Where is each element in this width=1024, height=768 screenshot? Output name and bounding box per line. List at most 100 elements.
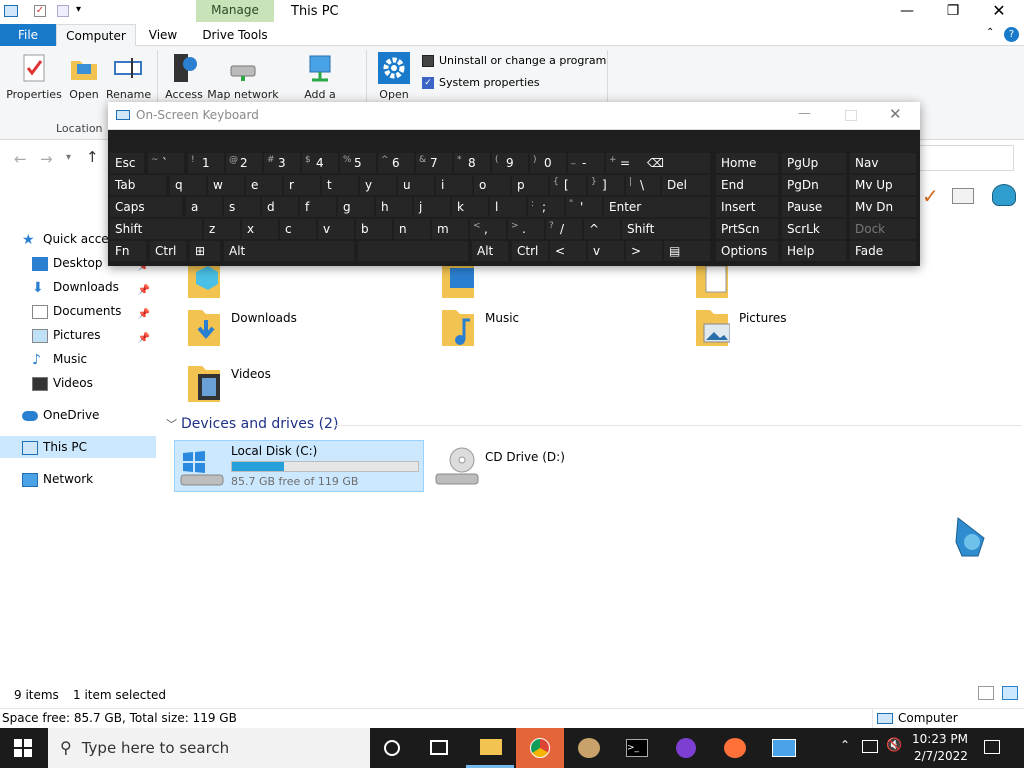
osk-maximize-button[interactable]	[845, 110, 857, 121]
open-button[interactable]: Open	[66, 52, 102, 101]
nav-pictures[interactable]: Pictures 📌	[32, 324, 154, 346]
properties-button[interactable]: Properties	[6, 52, 62, 101]
nav-this-pc[interactable]: This PC	[0, 436, 156, 458]
firefox-icon[interactable]	[724, 738, 746, 758]
osk-key-3-9[interactable]: >.	[508, 219, 544, 239]
osk-key-2-2[interactable]: s	[224, 197, 260, 217]
osk-key-4-3[interactable]: Alt	[224, 241, 354, 261]
osk-key-0-5[interactable]: $4	[302, 153, 338, 173]
osk-key-2-10[interactable]: :;	[528, 197, 564, 217]
new-folder-quick-icon[interactable]	[57, 5, 69, 17]
osk-key-0-10[interactable]: (9	[492, 153, 528, 173]
osk-key-3-2[interactable]: x	[242, 219, 278, 239]
quick-access-dropdown-icon[interactable]: ▾	[76, 4, 81, 15]
tor-browser-icon[interactable]	[676, 738, 696, 758]
osk-key-3-6[interactable]: n	[394, 219, 430, 239]
osk-nav-key-mv-up[interactable]: Mv Up	[850, 175, 916, 195]
osk-key-3-4[interactable]: v	[318, 219, 354, 239]
osk-nav-key-scrlk[interactable]: ScrLk	[782, 219, 846, 239]
osk-key-0-3[interactable]: @2	[226, 153, 262, 173]
osk-key-0-9[interactable]: * 8	[454, 153, 490, 173]
osk-key-3-5[interactable]: b	[356, 219, 392, 239]
osk-key-0-1[interactable]: ~ `	[148, 153, 184, 173]
properties-quick-icon[interactable]: ✓	[34, 5, 46, 17]
osk-key-2-12[interactable]: Enter	[604, 197, 710, 217]
osk-key-4-1[interactable]: Ctrl	[150, 241, 186, 261]
osk-nav-key-home[interactable]: Home	[716, 153, 778, 173]
back-arrow-icon[interactable]: ←	[14, 150, 27, 168]
windows-start-icon[interactable]	[14, 739, 32, 757]
osk-key-0-0[interactable]: Esc	[110, 153, 144, 173]
details-view-icon[interactable]	[978, 686, 994, 700]
osk-key-1-12[interactable]: }]	[588, 175, 624, 195]
pictures-folder-label[interactable]: Pictures	[739, 311, 787, 325]
osk-key-3-12[interactable]: Shift	[622, 219, 710, 239]
recent-locations-icon[interactable]: ▾	[66, 152, 71, 163]
taskbar-search-box[interactable]: ⚲ Type here to search	[48, 728, 370, 768]
volume-muted-icon[interactable]: 🔇	[886, 738, 902, 753]
taskbar-chrome[interactable]	[516, 728, 564, 768]
paint-icon[interactable]	[578, 738, 600, 758]
tray-time[interactable]: 10:23 PM	[912, 732, 968, 746]
osk-nav-key-insert[interactable]: Insert	[716, 197, 778, 217]
show-hidden-icons-chevron-icon[interactable]: ⌃	[840, 738, 850, 752]
osk-key-0-8[interactable]: & 7	[416, 153, 452, 173]
osk-key-1-8[interactable]: i	[436, 175, 472, 195]
osk-key-2-0[interactable]: Caps	[110, 197, 182, 217]
osk-key-1-14[interactable]: Del	[662, 175, 710, 195]
help-icon[interactable]: ?	[1004, 27, 1019, 42]
osk-key-1-3[interactable]: e	[246, 175, 282, 195]
osk-nav-key-mv-dn[interactable]: Mv Dn	[850, 197, 916, 217]
tab-view[interactable]: View	[140, 24, 186, 46]
osk-key-4-6[interactable]: Ctrl	[512, 241, 548, 261]
osk-key-1-9[interactable]: o	[474, 175, 510, 195]
music-folder-label[interactable]: Music	[485, 311, 519, 325]
osk-nav-key-pgdn[interactable]: PgDn	[782, 175, 846, 195]
system-properties-button[interactable]: ✓ System properties	[422, 76, 540, 89]
devices-and-drives-header[interactable]: ﹀ Devices and drives (2)	[166, 416, 338, 432]
osk-key-1-1[interactable]: q	[170, 175, 206, 195]
osk-nav-key-options[interactable]: Options	[716, 241, 778, 261]
osk-key-1-4[interactable]: r	[284, 175, 320, 195]
nav-music[interactable]: ♪ Music	[32, 348, 87, 370]
downloads-folder-label[interactable]: Downloads	[231, 311, 297, 325]
osk-key-1-13[interactable]: | \	[626, 175, 660, 195]
osk-key-2-1[interactable]: a	[186, 197, 222, 217]
osk-key-0-7[interactable]: ^ 6	[378, 153, 414, 173]
osk-key-1-0[interactable]: Tab	[110, 175, 166, 195]
osk-key-0-4[interactable]: #3	[264, 153, 300, 173]
osk-key-1-11[interactable]: {[	[550, 175, 586, 195]
osk-key-0-12[interactable]: _ -	[568, 153, 604, 173]
osk-key-0-2[interactable]: ! 1	[188, 153, 224, 173]
osk-key-2-3[interactable]: d	[262, 197, 298, 217]
cortana-icon[interactable]	[384, 740, 400, 756]
osk-key-2-9[interactable]: l	[490, 197, 526, 217]
osk-key-2-11[interactable]: " '	[566, 197, 602, 217]
osk-key-2-7[interactable]: j	[414, 197, 450, 217]
osk-nav-key-fade[interactable]: Fade	[850, 241, 916, 261]
minimize-button[interactable]: —	[884, 0, 930, 24]
osk-key-2-8[interactable]: k	[452, 197, 488, 217]
nav-documents[interactable]: Documents 📌	[32, 300, 154, 322]
osk-key-4-4[interactable]	[358, 241, 468, 261]
osk-nav-key-prtscn[interactable]: PrtScn	[716, 219, 778, 239]
nav-videos[interactable]: Videos	[32, 372, 93, 394]
tab-file[interactable]: File	[0, 24, 56, 46]
desktop-shell-icon[interactable]	[992, 184, 1016, 206]
osk-nav-key-end[interactable]: End	[716, 175, 778, 195]
remote-desktop-icon[interactable]	[772, 739, 796, 757]
osk-key-0-14[interactable]: ⌫	[642, 153, 710, 173]
manage-context-tab[interactable]: Manage	[196, 0, 274, 22]
osk-key-4-10[interactable]: ▤	[664, 241, 710, 261]
search-field[interactable]	[918, 145, 1014, 171]
osk-key-0-13[interactable]: + =	[606, 153, 642, 173]
videos-folder-label[interactable]: Videos	[231, 367, 271, 381]
collapse-ribbon-icon[interactable]: ⌃	[986, 27, 994, 38]
large-icons-view-icon[interactable]	[1002, 686, 1018, 700]
osk-key-3-11[interactable]: ^	[584, 219, 620, 239]
nav-onedrive[interactable]: OneDrive	[22, 404, 99, 426]
close-button[interactable]: ✕	[976, 0, 1022, 24]
nav-network[interactable]: Network	[22, 468, 93, 490]
floating-shell-icon[interactable]	[954, 516, 988, 560]
osk-key-2-6[interactable]: h	[376, 197, 412, 217]
